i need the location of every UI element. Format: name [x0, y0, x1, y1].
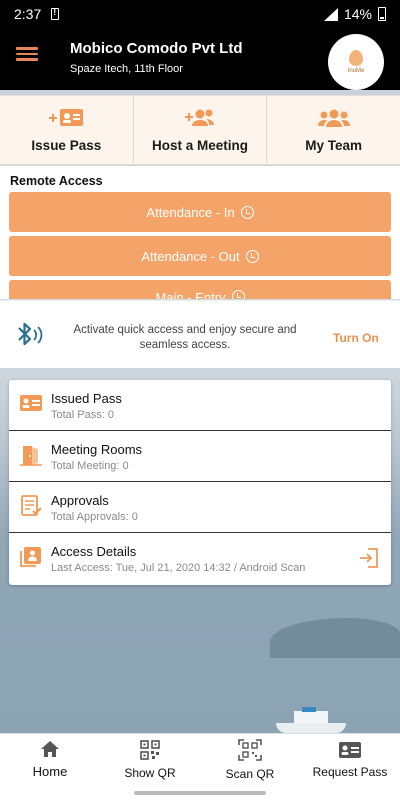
battery-percent: 14%	[343, 6, 372, 22]
list-item-title: Access Details	[51, 544, 137, 559]
main-entry-label: Main - Entry	[155, 290, 226, 299]
add-user-icon	[185, 109, 214, 126]
list-item-subtitle: Total Approvals: 0	[51, 511, 138, 523]
bottom-navigation: Home Show QR Scan QR Request Pass	[0, 733, 400, 785]
attendance-in-button[interactable]: Attendance - In	[9, 192, 391, 232]
quick-actions: Issue Pass Host a Meeting My Team	[0, 95, 400, 165]
list-item-subtitle: Total Pass: 0	[51, 409, 114, 421]
attendance-out-label: Attendance - Out	[141, 248, 240, 264]
my-team-label: My Team	[305, 137, 363, 153]
background-boat	[276, 705, 346, 733]
bluetooth-banner: Activate quick access and enjoy secure a…	[0, 300, 400, 368]
login-icon[interactable]	[359, 548, 379, 568]
nav-home[interactable]: Home	[0, 734, 100, 785]
list-item-access-details[interactable]: Access Details Last Access: Tue, Jul 21,…	[9, 533, 391, 584]
remote-access-panel: Remote Access Attendance - In Attendance…	[0, 166, 400, 299]
scan-qr-icon	[238, 738, 262, 761]
status-bar: 2:37 14%	[0, 0, 400, 28]
battery-icon	[378, 7, 386, 21]
gesture-handle[interactable]	[0, 785, 400, 800]
list-item-approvals[interactable]: Approvals Total Approvals: 0	[9, 482, 391, 533]
nav-request-pass[interactable]: Request Pass	[300, 734, 400, 785]
list-item-title: Meeting Rooms	[51, 442, 143, 457]
id-card-icon	[20, 395, 42, 411]
host-meeting-label: Host a Meeting	[152, 137, 249, 153]
nav-home-label: Home	[32, 764, 68, 779]
id-card-icon	[339, 741, 361, 758]
alarm-clock-icon	[231, 290, 245, 299]
status-indicators: 14%	[323, 6, 386, 22]
company-location: Spaze Itech, 11th Floor	[70, 63, 183, 75]
nav-request-pass-label: Request Pass	[312, 764, 388, 779]
id-card-add-icon	[49, 108, 84, 126]
alarm-clock-icon	[245, 249, 259, 263]
hamburger-menu-icon[interactable]	[16, 44, 38, 62]
logo-mark-icon	[349, 50, 363, 66]
list-item-subtitle: Last Access: Tue, Jul 21, 2020 14:32 / A…	[51, 562, 306, 574]
list-item-title: Issued Pass	[51, 391, 122, 406]
app-header: Mobico Comodo Pvt Ltd Spaze Itech, 11th …	[0, 28, 400, 90]
issue-pass-button[interactable]: Issue Pass	[0, 96, 134, 164]
alarm-clock-icon	[240, 205, 254, 219]
turn-on-button[interactable]: Turn On	[333, 331, 379, 345]
attendance-in-label: Attendance - In	[146, 204, 235, 220]
approval-doc-icon	[21, 495, 42, 516]
main-entry-button[interactable]: Main - Entry	[9, 280, 391, 299]
notification-icon	[51, 7, 60, 20]
bluetooth-message: Activate quick access and enjoy secure a…	[73, 324, 297, 351]
nav-scan-qr-label: Scan QR	[225, 766, 275, 781]
door-icon	[20, 446, 42, 466]
company-logo[interactable]: InuMe	[328, 34, 384, 90]
issue-pass-label: Issue Pass	[31, 137, 102, 153]
nav-scan-qr[interactable]: Scan QR	[200, 734, 300, 785]
list-item-issued-pass[interactable]: Issued Pass Total Pass: 0	[9, 380, 391, 431]
company-name: Mobico Comodo Pvt Ltd	[70, 40, 243, 57]
remote-access-title: Remote Access	[10, 174, 103, 188]
attendance-out-button[interactable]: Attendance - Out	[9, 236, 391, 276]
nav-show-qr[interactable]: Show QR	[100, 734, 200, 785]
team-icon	[317, 109, 350, 127]
nav-show-qr-label: Show QR	[124, 765, 176, 780]
list-item-meeting-rooms[interactable]: Meeting Rooms Total Meeting: 0	[9, 431, 391, 482]
host-meeting-button[interactable]: Host a Meeting	[134, 96, 268, 164]
background-hills	[270, 618, 400, 658]
logo-text: InuMe	[347, 68, 365, 74]
access-icon	[20, 547, 41, 567]
list-item-subtitle: Total Meeting: 0	[51, 460, 129, 472]
status-time: 2:37	[14, 6, 42, 22]
qr-code-icon	[140, 739, 160, 760]
list-item-title: Approvals	[51, 493, 109, 508]
bluetooth-icon	[18, 322, 43, 346]
signal-icon	[323, 7, 338, 21]
my-team-button[interactable]: My Team	[267, 96, 400, 164]
summary-list: Issued Pass Total Pass: 0 Meeting Rooms …	[9, 380, 391, 585]
home-icon	[41, 741, 59, 757]
